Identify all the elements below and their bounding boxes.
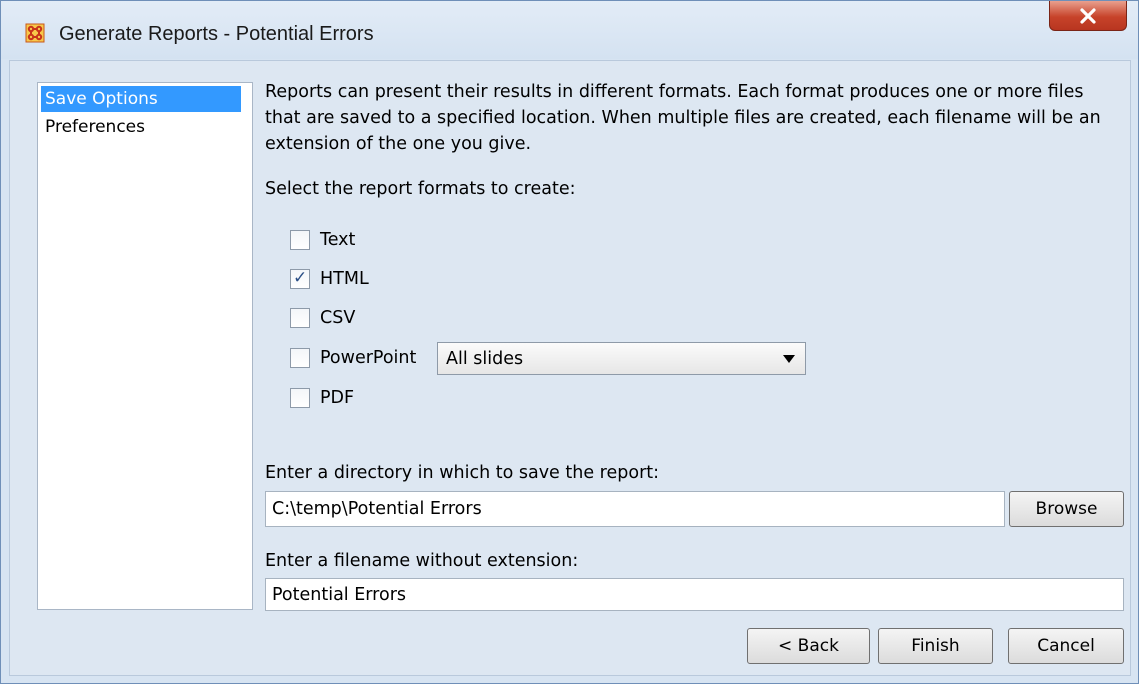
finish-button-label: Finish bbox=[911, 636, 960, 656]
text-checkbox-label: Text bbox=[320, 230, 356, 250]
powerpoint-checkbox[interactable] bbox=[290, 348, 310, 368]
pdf-checkbox[interactable] bbox=[290, 388, 310, 408]
title-bar[interactable]: Generate Reports - Potential Errors bbox=[1, 1, 1138, 59]
format-option-html[interactable]: ✓ HTML bbox=[290, 266, 369, 292]
close-button[interactable] bbox=[1049, 1, 1127, 31]
dialog-body: Save Options Preferences Reports can pre… bbox=[9, 60, 1131, 676]
nav-item-save-options[interactable]: Save Options bbox=[41, 86, 241, 112]
formats-prompt: Select the report formats to create: bbox=[265, 179, 576, 199]
nav-item-preferences[interactable]: Preferences bbox=[41, 114, 241, 140]
format-option-pdf[interactable]: PDF bbox=[290, 385, 354, 411]
browse-button[interactable]: Browse bbox=[1009, 491, 1124, 527]
format-option-powerpoint[interactable]: PowerPoint bbox=[290, 345, 416, 371]
back-button[interactable]: < Back bbox=[747, 628, 870, 664]
directory-input[interactable]: C:\temp\Potential Errors bbox=[265, 491, 1005, 527]
csv-checkbox-label: CSV bbox=[320, 308, 356, 328]
powerpoint-checkbox-label: PowerPoint bbox=[320, 348, 417, 368]
dropdown-arrow-icon bbox=[783, 355, 795, 363]
format-option-csv[interactable]: CSV bbox=[290, 305, 355, 331]
cancel-button-label: Cancel bbox=[1037, 636, 1095, 656]
text-checkbox[interactable] bbox=[290, 230, 310, 250]
back-button-label: < Back bbox=[778, 636, 839, 656]
filename-prompt: Enter a filename without extension: bbox=[265, 551, 579, 571]
dialog-window: Generate Reports - Potential Errors Save… bbox=[0, 0, 1139, 684]
cancel-button[interactable]: Cancel bbox=[1008, 628, 1124, 664]
window-title: Generate Reports - Potential Errors bbox=[59, 23, 374, 45]
format-option-text[interactable]: Text bbox=[290, 227, 355, 253]
app-icon bbox=[25, 23, 45, 43]
finish-button[interactable]: Finish bbox=[878, 628, 993, 664]
html-checkbox[interactable]: ✓ bbox=[290, 268, 310, 289]
powerpoint-slides-select[interactable]: All slides bbox=[437, 342, 806, 375]
powerpoint-slides-value: All slides bbox=[446, 348, 524, 369]
description-text: Reports can present their results in dif… bbox=[265, 82, 1101, 154]
options-nav-list[interactable]: Save Options Preferences bbox=[37, 82, 253, 610]
close-icon bbox=[1080, 7, 1096, 24]
html-checkbox-label: HTML bbox=[320, 269, 369, 289]
directory-prompt: Enter a directory in which to save the r… bbox=[265, 463, 660, 483]
checkmark-icon: ✓ bbox=[293, 268, 308, 288]
pdf-checkbox-label: PDF bbox=[320, 388, 355, 408]
csv-checkbox[interactable] bbox=[290, 308, 310, 328]
filename-input[interactable]: Potential Errors bbox=[265, 578, 1124, 611]
